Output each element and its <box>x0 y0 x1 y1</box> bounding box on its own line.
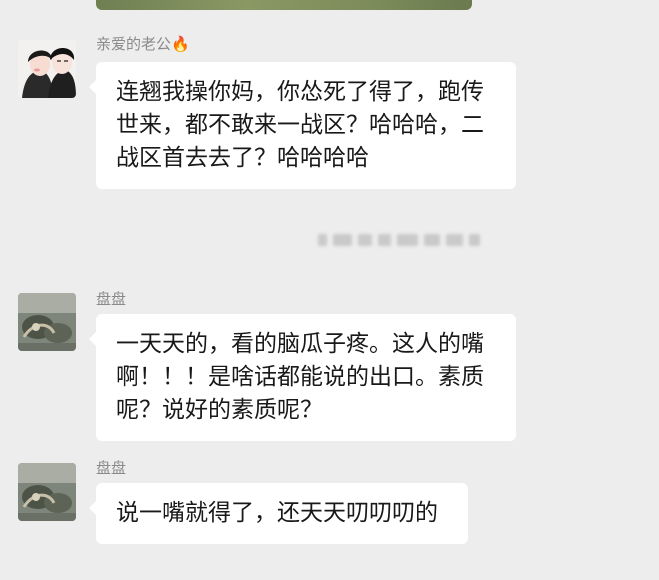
avatar-couple-illustration <box>18 40 76 98</box>
message-bubble[interactable]: 说一嘴就得了，还天天叨叨叨的 <box>89 483 468 544</box>
blurred-system-notice <box>318 232 480 248</box>
message-line: 呢？说好的素质呢？ <box>116 397 323 423</box>
message-line: 说一嘴就得了，还天天叨叨叨的 <box>116 500 438 526</box>
message-line: 连翘我操你妈，你怂死了得了，跑传 <box>116 79 484 105</box>
avatar[interactable] <box>18 40 76 98</box>
sender-name: 盘盘 <box>96 290 127 308</box>
fire-icon: 🔥 <box>171 35 190 53</box>
sender-name-text: 亲爱的老公 <box>96 35 172 53</box>
avatar[interactable] <box>18 463 76 521</box>
message-line: 世来，都不敢来一战区？哈哈哈，二 <box>116 112 484 138</box>
message-line: 一天天的，看的脑瓜子疼。这人的嘴 <box>116 331 484 357</box>
message-bubble[interactable]: 一天天的，看的脑瓜子疼。这人的嘴 啊！！！是啥话都能说的出口。素质 呢？说好的素… <box>89 314 516 441</box>
shared-image-bottom[interactable] <box>96 0 472 10</box>
message-bubble[interactable]: 连翘我操你妈，你怂死了得了，跑传 世来，都不敢来一战区？哈哈哈，二 战区首去去了… <box>89 62 516 189</box>
message-line: 战区首去去了？哈哈哈哈 <box>116 145 369 171</box>
avatar-photo <box>18 463 76 521</box>
sender-name: 盘盘 <box>96 459 127 477</box>
sender-name: 亲爱的老公🔥 <box>96 35 190 53</box>
avatar[interactable] <box>18 293 76 351</box>
message-line: 啊！！！是啥话都能说的出口。素质 <box>116 364 484 390</box>
avatar-photo <box>18 293 76 351</box>
